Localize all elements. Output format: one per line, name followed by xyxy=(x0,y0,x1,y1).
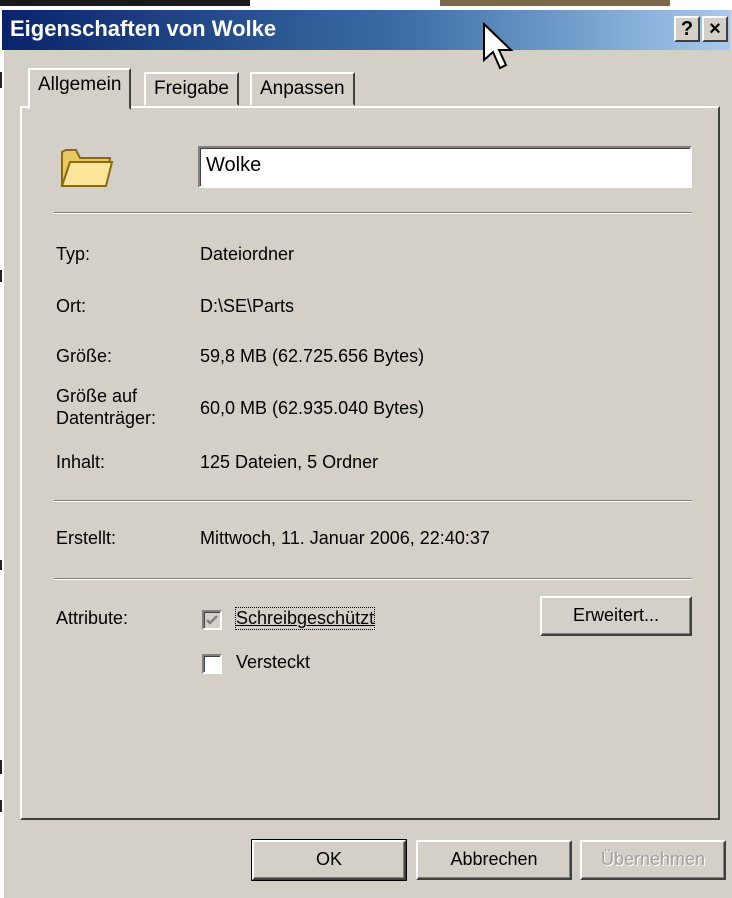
readonly-label-text: Schreibgeschützt xyxy=(236,608,375,628)
hidden-label-text: Versteckt xyxy=(236,652,311,672)
location-value: D:\SE\Parts xyxy=(200,296,295,316)
ok-button[interactable]: OK xyxy=(251,839,407,881)
window-title: Eigenschaften von Wolke xyxy=(10,16,277,41)
readonly-checkbox[interactable] xyxy=(202,610,222,630)
folder-name-field[interactable]: Wolke xyxy=(198,146,692,188)
cancel-button[interactable]: Abbrechen xyxy=(416,840,572,880)
type-label: Typ: xyxy=(56,244,91,264)
size-label: Größe: xyxy=(56,346,113,366)
readonly-label[interactable]: Schreibgeschützt xyxy=(234,607,376,630)
hidden-checkbox[interactable] xyxy=(202,654,222,674)
attributes-label: Attribute: xyxy=(56,608,129,628)
created-label: Erstellt: xyxy=(56,528,117,548)
tab-label: Freigabe xyxy=(154,78,229,99)
advanced-button[interactable]: Erweitert... xyxy=(540,596,692,636)
size-on-disk-value: 60,0 MB (62.935.040 Bytes) xyxy=(200,398,425,418)
background-window-fragment xyxy=(0,0,250,6)
contents-label: Inhalt: xyxy=(56,452,106,472)
background-window-fragment xyxy=(440,0,670,6)
apply-button[interactable]: Übernehmen xyxy=(580,840,726,880)
hidden-label[interactable]: Versteckt xyxy=(236,652,310,673)
separator xyxy=(54,578,692,580)
created-value: Mittwoch, 11. Januar 2006, 22:40:37 xyxy=(200,528,490,548)
type-value: Dateiordner xyxy=(200,244,295,264)
help-icon: ? xyxy=(680,18,694,40)
size-on-disk-label-2: Datenträger: xyxy=(56,408,157,428)
folder-icon xyxy=(60,149,114,187)
tab-label: Anpassen xyxy=(260,78,345,99)
tab-anpassen[interactable]: Anpassen xyxy=(250,72,355,106)
close-icon: × xyxy=(709,18,721,40)
tab-allgemein[interactable]: Allgemein xyxy=(28,68,132,110)
separator xyxy=(54,212,692,214)
checkmark-icon xyxy=(206,615,218,625)
location-label: Ort: xyxy=(56,296,86,316)
tab-freigabe[interactable]: Freigabe xyxy=(144,72,239,106)
title-bar[interactable]: Eigenschaften von Wolke ? × xyxy=(2,10,730,50)
tab-label: Allgemein xyxy=(38,74,122,95)
contents-value: 125 Dateien, 5 Ordner xyxy=(200,452,379,472)
close-button[interactable]: × xyxy=(702,16,728,42)
separator xyxy=(54,500,692,502)
size-value: 59,8 MB (62.725.656 Bytes) xyxy=(200,346,425,366)
help-button[interactable]: ? xyxy=(674,16,700,42)
size-on-disk-label: Größe auf xyxy=(56,386,138,406)
mouse-cursor-icon xyxy=(483,22,514,70)
